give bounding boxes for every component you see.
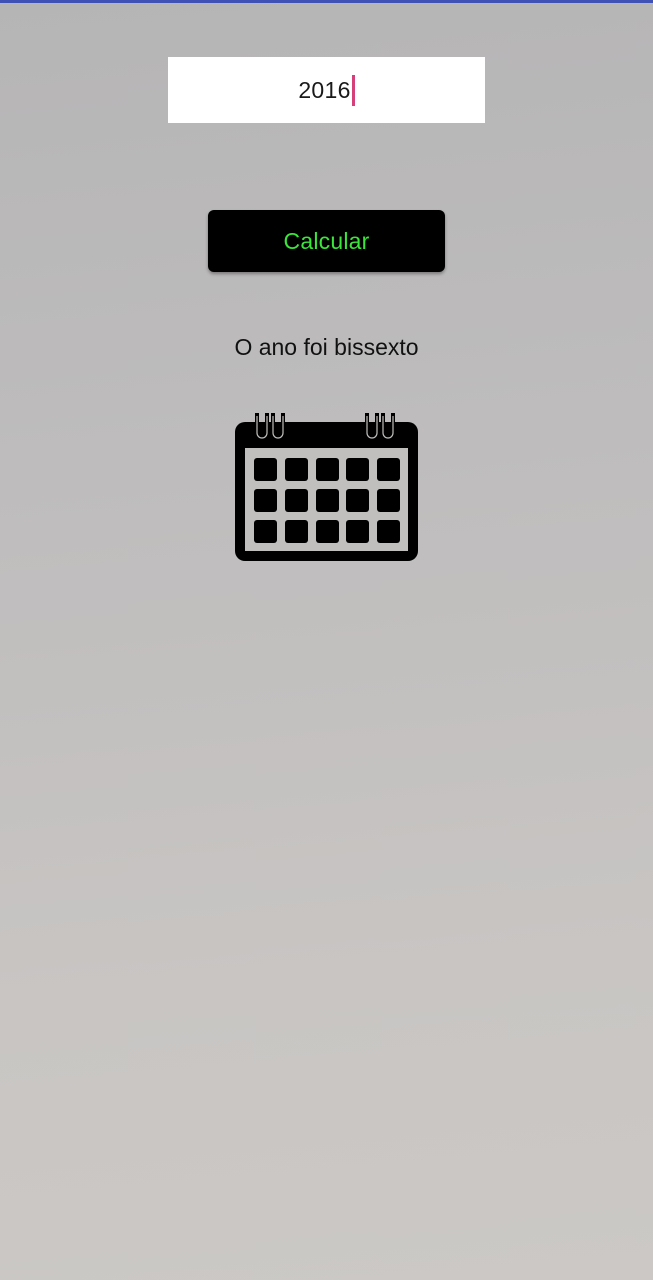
top-accent-bar	[0, 0, 653, 3]
calendar-icon	[234, 410, 419, 562]
year-input-value: 2016	[298, 76, 351, 103]
text-cursor	[351, 74, 355, 106]
calculate-button[interactable]: Calcular	[208, 210, 445, 272]
calculate-button-label: Calcular	[283, 227, 370, 254]
year-input[interactable]: 2016	[168, 57, 485, 123]
result-text: O ano foi bissexto	[234, 334, 419, 360]
